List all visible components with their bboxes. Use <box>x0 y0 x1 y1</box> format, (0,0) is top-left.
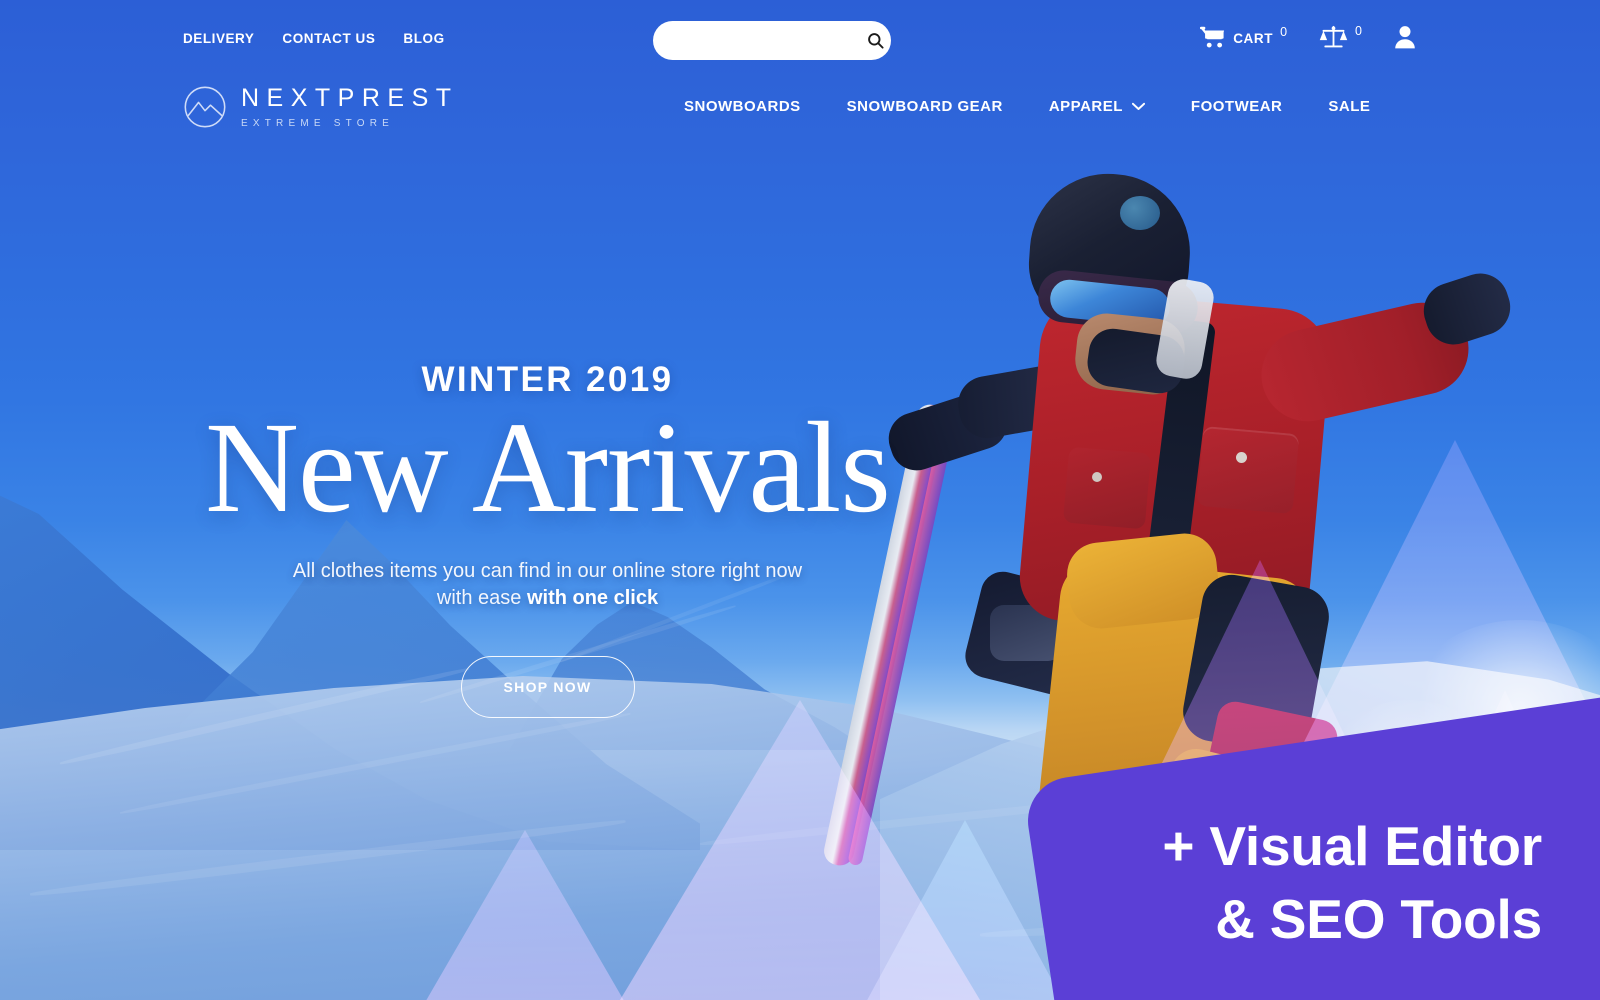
search-bar[interactable] <box>653 21 891 60</box>
utility-link-contact-us[interactable]: CONTACT US <box>282 31 375 46</box>
utility-link-delivery[interactable]: DELIVERY <box>183 31 254 46</box>
nav-item-footwear[interactable]: FOOTWEAR <box>1191 98 1283 115</box>
hero-subtitle-line2-bold: with one click <box>526 587 659 610</box>
hero-subtitle-line1: All clothes items you can find in our on… <box>292 559 803 582</box>
cart-label: CART <box>1233 31 1274 46</box>
header-actions: CART 0 0 <box>1199 24 1416 50</box>
utility-link-blog[interactable]: BLOG <box>403 31 444 46</box>
nav-item-apparel[interactable]: APPAREL <box>1049 98 1145 115</box>
user-icon <box>1395 26 1415 49</box>
promo-ribbon-line2: & SEO Tools <box>1215 888 1542 951</box>
main-navigation: SNOWBOARDS SNOWBOARD GEAR APPAREL FOOTWE… <box>684 98 1370 115</box>
search-icon <box>868 33 884 49</box>
jacket-pocket-right <box>1196 425 1300 515</box>
promo-ribbon-text: + Visual Editor & SEO Tools <box>1022 810 1600 956</box>
shop-now-button[interactable]: SHOP NOW <box>460 656 635 719</box>
logo-text-block: NEXTPREST EXTREME STORE <box>241 83 459 129</box>
promo-ribbon-line1: + Visual Editor <box>1162 815 1542 877</box>
cart-count: 0 <box>1280 25 1288 39</box>
logo-brand-name: NEXTPREST <box>241 83 459 112</box>
search-submit-button[interactable] <box>860 21 891 60</box>
chevron-down-icon <box>1131 102 1145 110</box>
nav-item-snowboard-gear[interactable]: SNOWBOARD GEAR <box>847 98 1003 115</box>
nav-item-snowboards[interactable]: SNOWBOARDS <box>684 98 801 115</box>
utility-links: DELIVERY CONTACT US BLOG <box>183 31 445 46</box>
compare-count: 0 <box>1355 24 1362 38</box>
nav-item-apparel-label: APPAREL <box>1048 98 1123 115</box>
compare-button[interactable]: 0 <box>1319 24 1362 50</box>
hero-kicker: WINTER 2019 <box>421 360 674 399</box>
site-logo[interactable]: NEXTPREST EXTREME STORE <box>183 85 459 129</box>
balance-scale-icon <box>1319 25 1348 48</box>
shopping-cart-icon <box>1200 26 1225 48</box>
hero-section: WINTER 2019 New Arrivals All clothes ite… <box>0 360 1095 719</box>
hero-subtitle: All clothes items you can find in our on… <box>0 558 1095 613</box>
page-root: DELIVERY CONTACT US BLOG CART 0 0 NEXTPR… <box>0 0 1600 1000</box>
search-input[interactable] <box>653 22 860 59</box>
top-utility-bar: DELIVERY CONTACT US BLOG CART 0 0 <box>0 0 1600 82</box>
helmet-decal <box>1120 196 1160 230</box>
hero-headline: New Arrivals <box>205 396 891 540</box>
logo-tagline: EXTREME STORE <box>241 117 394 129</box>
account-button[interactable] <box>1394 25 1416 49</box>
jacket-snap <box>1236 452 1247 463</box>
mountain-circle-icon <box>184 86 226 128</box>
hero-subtitle-line2-plain: with ease <box>436 587 527 610</box>
cart-button[interactable]: CART 0 <box>1199 25 1287 49</box>
nav-item-sale[interactable]: SALE <box>1328 98 1370 115</box>
